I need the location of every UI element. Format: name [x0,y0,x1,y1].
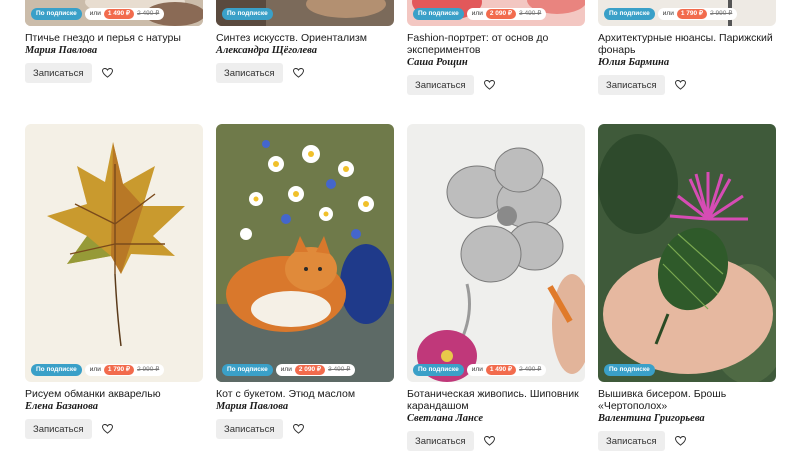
course-title[interactable]: Ботаническая живопись. Шиповник карандаш… [407,388,585,412]
course-title[interactable]: Синтез искусств. Ориентализм [216,32,394,44]
course-card[interactable]: По подписке или 2 090 ₽3 490 ₽ Fashion-по… [407,0,585,95]
enroll-button[interactable]: Записаться [216,419,283,439]
course-card[interactable]: По подписке Синтез искусств. Ориентализм… [216,0,394,83]
price-badge: или 1 790 ₽2 990 ₽ [657,8,738,20]
course-thumbnail[interactable]: По подписке или 1 490 ₽2 490 ₽ [407,124,585,382]
course-thumbnail[interactable]: По подписке [216,0,394,26]
course-author: Саша Рощин [407,57,468,68]
enroll-button[interactable]: Записаться [25,63,92,83]
course-title[interactable]: Птичье гнездо и перья с натуры [25,32,203,44]
heart-outline-icon[interactable] [483,80,495,90]
heart-outline-icon[interactable] [101,424,113,434]
course-author: Мария Павлова [25,45,98,56]
subscription-badge: По подписке [31,8,82,20]
subscription-badge: По подписке [222,364,273,376]
heart-outline-icon[interactable] [674,80,686,90]
enroll-button[interactable]: Записаться [598,431,665,451]
subscription-badge: По подписке [604,364,655,376]
course-card[interactable]: По подписке Вышивка бисером. Брошь «Черт… [598,124,776,451]
enroll-button[interactable]: Записаться [216,63,283,83]
heart-outline-icon[interactable] [101,68,113,78]
course-card[interactable]: По подписке или 2 090 ₽3 490 ₽ Кот с буке… [216,124,394,439]
enroll-button[interactable]: Записаться [407,75,474,95]
course-thumbnail[interactable]: По подписке или 1 490 ₽2 490 ₽ [25,0,203,26]
course-thumbnail[interactable]: По подписке или 1 790 ₽2 990 ₽ [598,0,776,26]
enroll-button[interactable]: Записаться [598,75,665,95]
subscription-badge: По подписке [31,364,82,376]
course-thumbnail[interactable]: По подписке или 1 790 ₽2 990 ₽ [25,124,203,382]
heart-outline-icon[interactable] [292,68,304,78]
subscription-badge: По подписке [413,364,464,376]
course-card[interactable]: По подписке или 1 790 ₽2 990 ₽ Рисуем обм… [25,124,203,439]
heart-outline-icon[interactable] [674,436,686,446]
enroll-button[interactable]: Записаться [25,419,92,439]
course-thumbnail[interactable]: По подписке или 2 090 ₽3 490 ₽ [216,124,394,382]
course-card[interactable]: По подписке или 1 790 ₽2 990 ₽ Архитектур… [598,0,776,95]
course-thumbnail[interactable]: По подписке или 2 090 ₽3 490 ₽ [407,0,585,26]
price-badge: или 1 790 ₽2 990 ₽ [84,364,165,376]
heart-outline-icon[interactable] [292,424,304,434]
course-author: Елена Базанова [25,401,98,412]
price-badge: или 1 490 ₽2 490 ₽ [466,364,547,376]
enroll-button[interactable]: Записаться [407,431,474,451]
course-title[interactable]: Вышивка бисером. Брошь «Чертополох» [598,388,776,412]
price-badge: или 2 090 ₽3 490 ₽ [275,364,356,376]
course-title[interactable]: Рисуем обманки акварелью [25,388,203,400]
course-author: Валентина Григорьева [598,413,705,424]
course-thumbnail[interactable]: По подписке [598,124,776,382]
subscription-badge: По подписке [222,8,273,20]
course-author: Светлана Лансе [407,413,484,424]
course-card[interactable]: По подписке или 1 490 ₽2 490 ₽ Птичье гне… [25,0,203,83]
course-author: Мария Павлова [216,401,289,412]
course-title[interactable]: Архитектурные нюансы. Парижский фонарь [598,32,776,56]
heart-outline-icon[interactable] [483,436,495,446]
course-title[interactable]: Кот с букетом. Этюд маслом [216,388,394,400]
price-badge: или 1 490 ₽2 490 ₽ [84,8,165,20]
course-author: Юлия Бармина [598,57,670,68]
course-author: Александра Щёголева [216,45,318,56]
subscription-badge: По подписке [413,8,464,20]
subscription-badge: По подписке [604,8,655,20]
price-badge: или 2 090 ₽3 490 ₽ [466,8,547,20]
course-title[interactable]: Fashion-портрет: от основ до эксперимент… [407,32,585,56]
course-card[interactable]: По подписке или 1 490 ₽2 490 ₽ Ботаническ… [407,124,585,451]
